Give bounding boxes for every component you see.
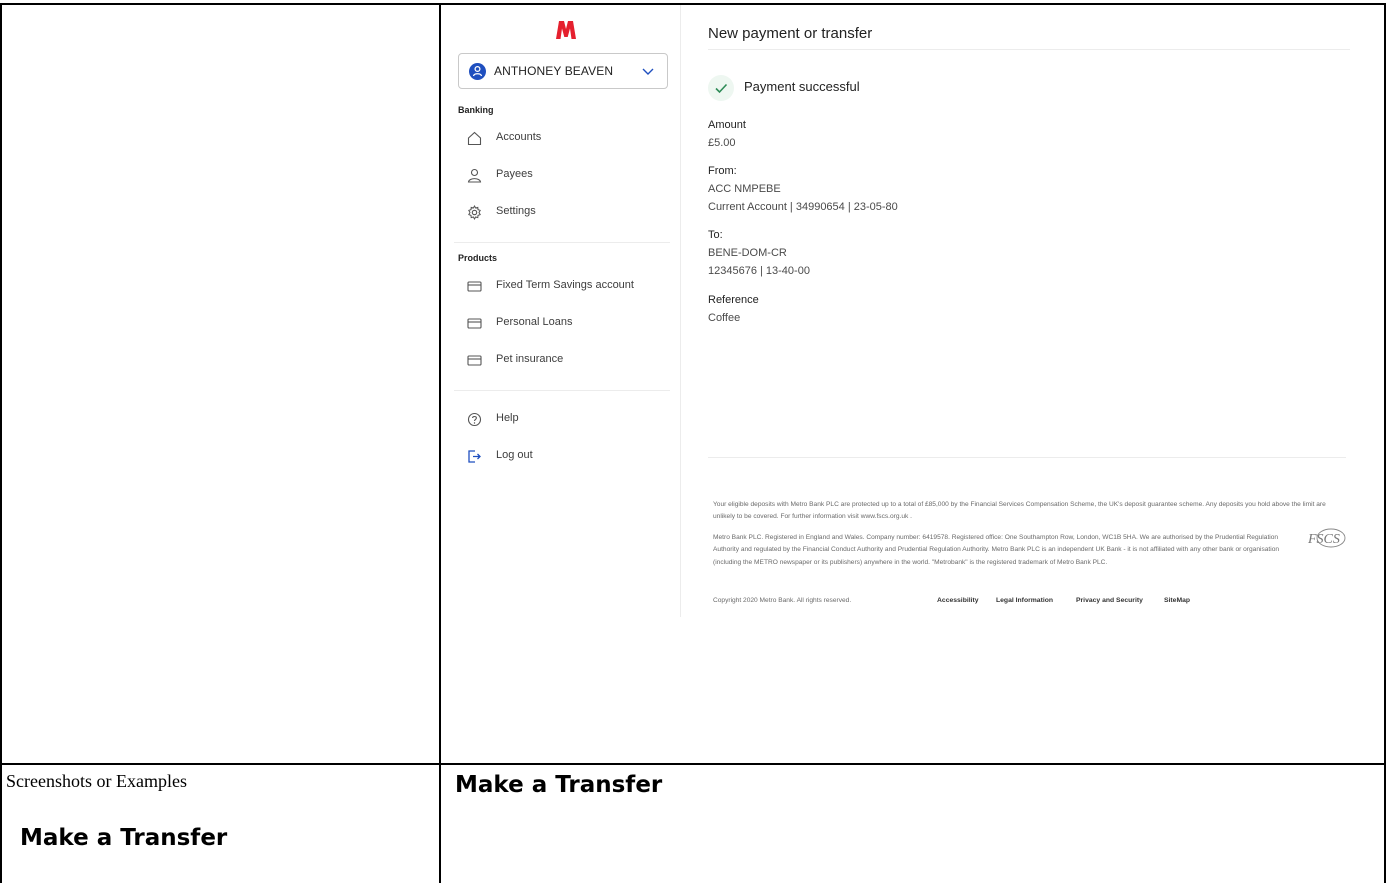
sidebar-item-label: Settings bbox=[496, 205, 536, 217]
sidebar-item-payees[interactable]: Payees bbox=[466, 165, 666, 187]
card-icon bbox=[467, 355, 482, 366]
sidebar-item-pet-insurance[interactable]: Pet insurance bbox=[466, 350, 666, 372]
main-content: New payment or transfer Payment successf… bbox=[708, 5, 1354, 617]
table-column-divider bbox=[439, 3, 441, 883]
sidebar: ANTHONEY BEAVEN Banking Accounts Payees … bbox=[446, 5, 681, 617]
reference-label: Reference bbox=[708, 294, 759, 306]
company-notice: Metro Bank PLC. Registered in England an… bbox=[713, 534, 1280, 566]
sidebar-divider bbox=[454, 390, 670, 391]
help-icon bbox=[467, 412, 482, 427]
fscs-logo: FSCS bbox=[1307, 528, 1346, 548]
reference-value: Coffee bbox=[708, 312, 741, 324]
card-icon bbox=[467, 318, 482, 329]
sidebar-item-accounts[interactable]: Accounts bbox=[466, 128, 666, 150]
from-account-details: Current Account | 34990654 | 23-05-80 bbox=[708, 201, 898, 213]
sidebar-item-label: Payees bbox=[496, 168, 533, 180]
metro-bank-logo bbox=[556, 21, 576, 39]
footer-divider bbox=[708, 457, 1346, 458]
table-border-right bbox=[1384, 3, 1386, 883]
account-holder-name: ANTHONEY BEAVEN bbox=[494, 64, 614, 78]
home-icon bbox=[467, 131, 482, 146]
screenshots-label: Screenshots or Examples bbox=[6, 771, 187, 791]
card-icon bbox=[467, 281, 482, 292]
page-title: New payment or transfer bbox=[708, 25, 873, 42]
sidebar-item-label: Fixed Term Savings account bbox=[496, 279, 634, 291]
table-row-divider bbox=[0, 763, 1386, 765]
to-payee-details: 12345676 | 13-40-00 bbox=[708, 265, 810, 277]
amount-value: £5.00 bbox=[708, 137, 736, 149]
products-section-title: Products bbox=[458, 253, 498, 263]
banking-app-screenshot: ANTHONEY BEAVEN Banking Accounts Payees … bbox=[446, 5, 1384, 617]
svg-text:FSCS: FSCS bbox=[1307, 532, 1340, 547]
logout-icon bbox=[468, 450, 481, 463]
table-border-left bbox=[0, 3, 2, 883]
gear-icon bbox=[468, 204, 481, 221]
amount-label: Amount bbox=[708, 119, 746, 131]
status-message: Payment successful bbox=[744, 79, 860, 94]
footer-link-privacy-security[interactable]: Privacy and Security bbox=[1076, 597, 1143, 604]
copyright: Copyright 2020 Metro Bank. All rights re… bbox=[713, 597, 852, 604]
check-icon bbox=[708, 75, 734, 101]
from-account-name: ACC NMPEBE bbox=[708, 183, 781, 195]
sidebar-item-label: Pet insurance bbox=[496, 353, 564, 365]
footer-link-legal-information[interactable]: Legal Information bbox=[996, 597, 1053, 604]
person-icon bbox=[469, 63, 486, 80]
footer-link-sitemap[interactable]: SiteMap bbox=[1164, 597, 1190, 604]
fscs-notice: Your eligible deposits with Metro Bank P… bbox=[713, 501, 1326, 521]
sidebar-divider bbox=[454, 242, 670, 243]
sidebar-item-help[interactable]: Help bbox=[466, 409, 666, 431]
sidebar-item-personal-loans[interactable]: Personal Loans bbox=[466, 313, 666, 335]
sidebar-item-fixed-term-savings[interactable]: Fixed Term Savings account bbox=[466, 276, 666, 298]
banking-section-title: Banking bbox=[458, 105, 494, 115]
sidebar-item-logout[interactable]: Log out bbox=[466, 446, 666, 468]
to-payee-name: BENE-DOM-CR bbox=[708, 247, 787, 259]
chevron-down-icon bbox=[642, 68, 654, 75]
sidebar-item-label: Help bbox=[496, 412, 519, 424]
sidebar-item-settings[interactable]: Settings bbox=[466, 202, 666, 224]
from-label: From: bbox=[708, 165, 737, 177]
right-heading: Make a Transfer bbox=[455, 772, 663, 798]
account-holder-selector[interactable]: ANTHONEY BEAVEN bbox=[458, 53, 668, 89]
footer-link-accessibility[interactable]: Accessibility bbox=[937, 597, 979, 604]
left-heading: Make a Transfer bbox=[20, 825, 228, 851]
person-icon bbox=[467, 168, 482, 183]
sidebar-item-label: Log out bbox=[496, 449, 533, 461]
to-label: To: bbox=[708, 229, 723, 241]
sidebar-item-label: Accounts bbox=[496, 131, 542, 143]
title-divider bbox=[708, 49, 1350, 50]
sidebar-item-label: Personal Loans bbox=[496, 316, 573, 328]
